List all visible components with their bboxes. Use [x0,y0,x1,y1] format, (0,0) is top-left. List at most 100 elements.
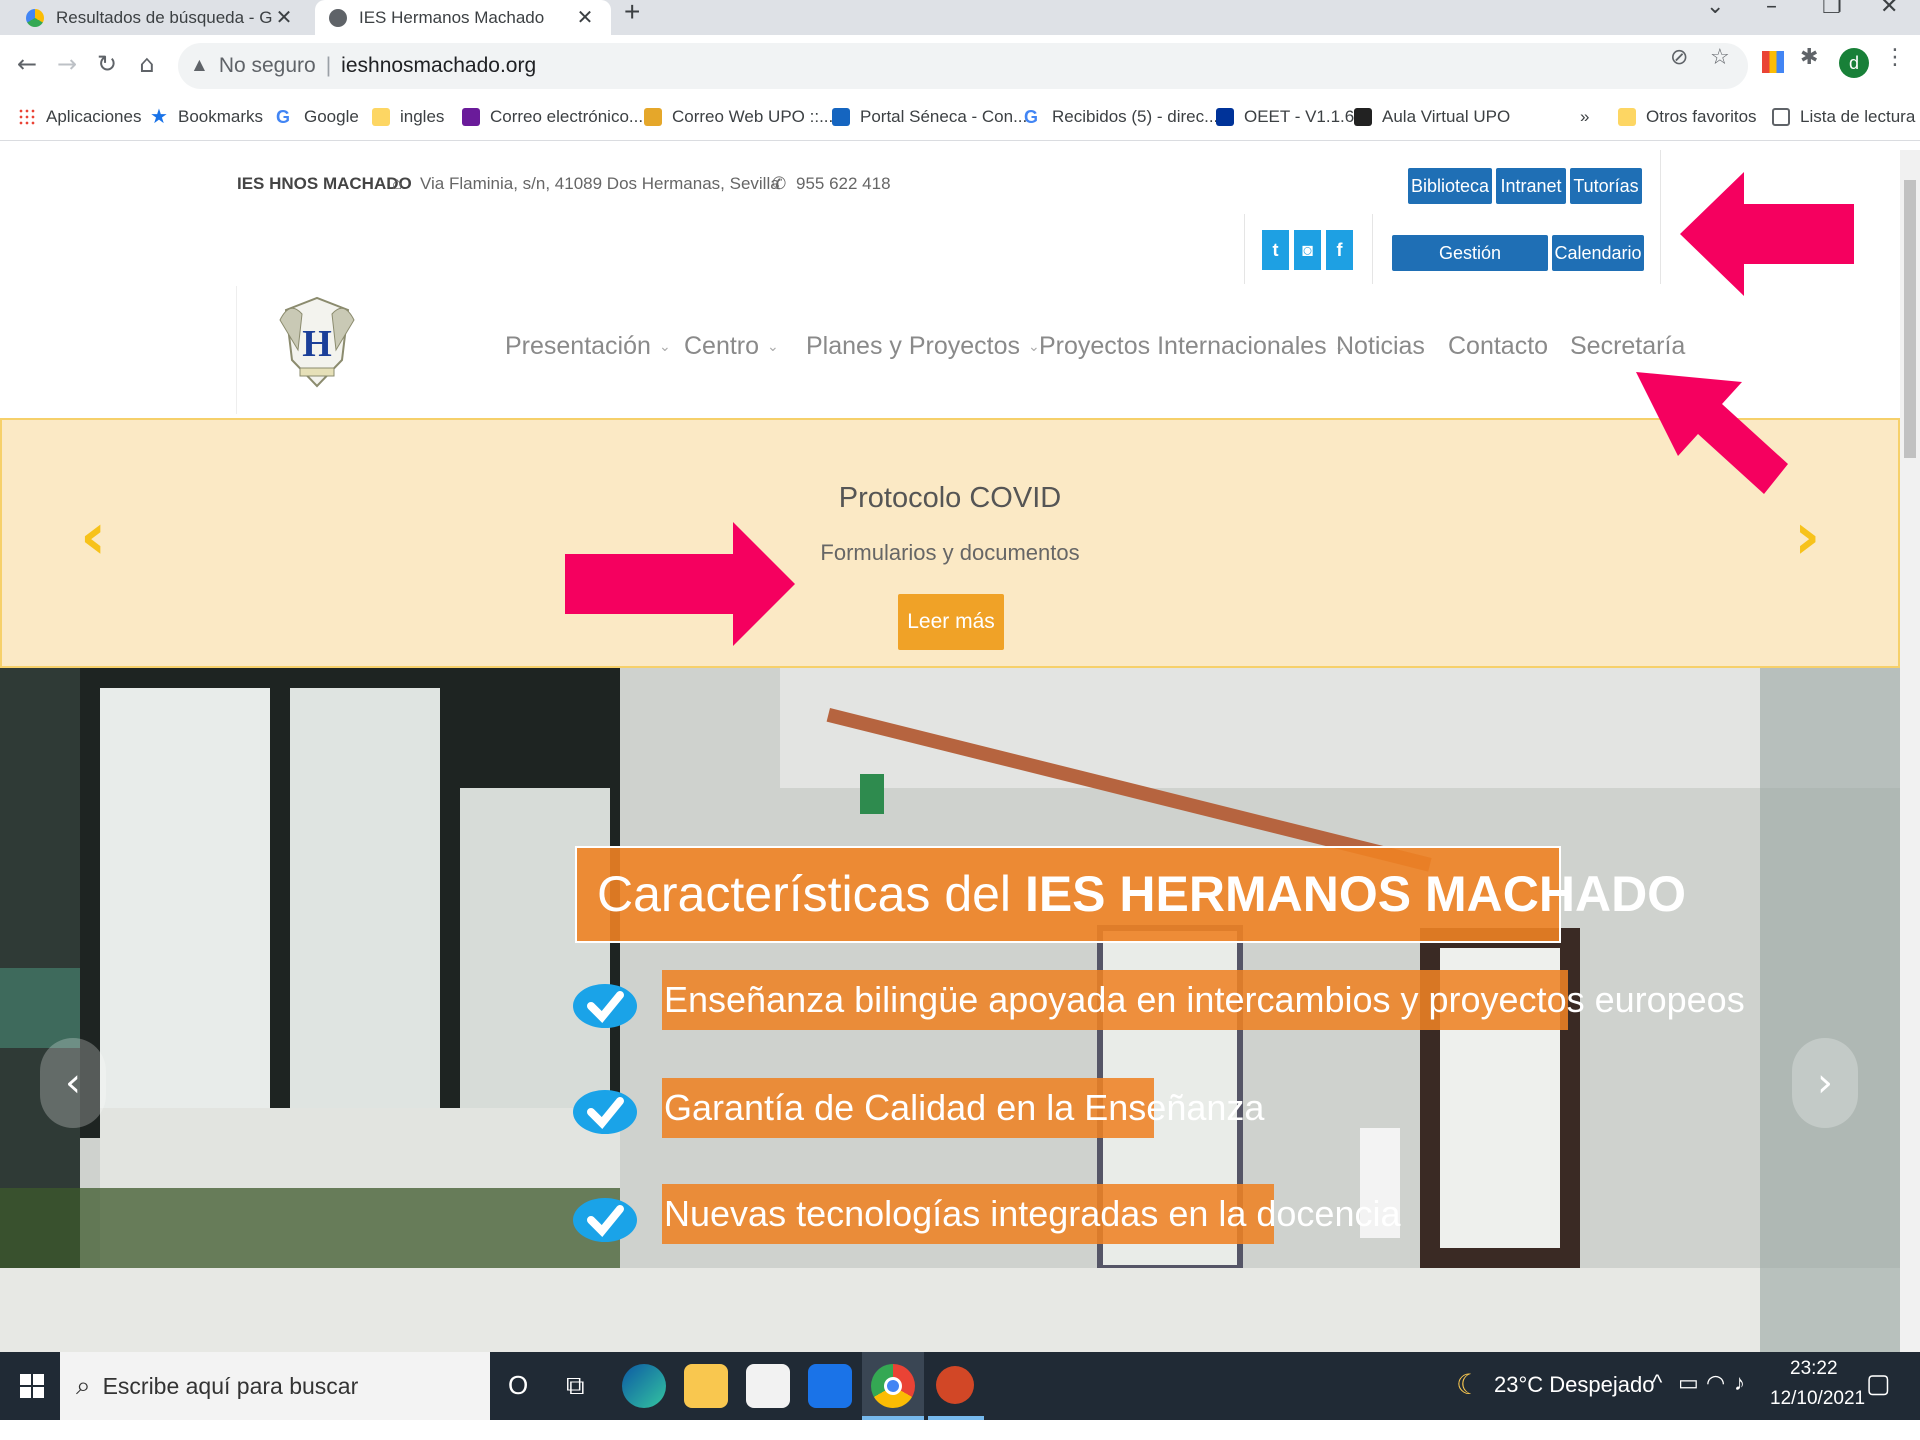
hero-prev-button[interactable]: ‹ [40,1038,106,1128]
hero-slider: Características del IES HERMANOS MACHADO… [0,668,1900,1352]
wifi-icon[interactable]: ◠ [1706,1370,1725,1396]
url-text[interactable]: ieshnosmachado.org [341,54,536,78]
bookmark-recibidos[interactable]: G Recibidos (5) - direc... [1024,107,1218,127]
bookmark-star-icon[interactable]: ☆ [1710,45,1730,70]
address-bar[interactable]: ▲ No seguro | ieshnosmachado.org [178,43,1748,89]
notifications-icon[interactable]: ▢ [1866,1368,1891,1399]
bookmark-bookmarks[interactable]: ★ Bookmarks [150,107,263,127]
reading-list-button[interactable]: Lista de lectura [1772,107,1915,127]
tab-google-results[interactable]: Resultados de búsqueda - Googl ✕ [10,0,310,35]
intranet-button[interactable]: Intranet [1496,168,1566,204]
extension-icon[interactable] [1762,51,1784,73]
chevron-down-icon: ⌄ [767,338,779,354]
taskbar-search[interactable]: ⌕ Escribe aquí para buscar [60,1352,490,1420]
maximize-button[interactable]: ❐ [1822,0,1842,19]
browser-toolbar: ← → ↻ ⌂ ▲ No seguro | ieshnosmachado.org… [0,35,1920,97]
battery-icon[interactable]: ▭ [1678,1370,1699,1396]
nav-proyectos-internacionales[interactable]: Proyectos Internacionales ⌄ [1039,332,1346,361]
hero-feature: Garantía de Calidad en la Enseñanza [662,1078,1264,1138]
profile-avatar[interactable]: d [1839,48,1869,78]
clock-date[interactable]: 12/10/2021 [1770,1388,1865,1410]
close-icon[interactable]: ✕ [272,5,296,30]
instagram-icon[interactable]: ◙ [1294,230,1321,270]
puzzle-extensions-icon[interactable]: ✱ [1800,45,1818,70]
bookmark-otros-favoritos[interactable]: Otros favoritos [1618,107,1757,127]
facebook-icon[interactable]: f [1326,230,1353,270]
nav-planes-y-proyectos[interactable]: Planes y Proyectos ⌄ [806,332,1040,361]
school-logo[interactable]: H [276,290,358,398]
forward-button[interactable]: → [50,47,84,81]
windows-start-icon[interactable] [20,1374,44,1398]
calendario-button[interactable]: Calendario [1552,235,1644,271]
google-drive-icon [26,8,44,27]
school-name: IES HNOS MACHADO [237,174,412,193]
nav-secretaria[interactable]: Secretaría [1570,332,1685,361]
bookmark-label: OEET - V1.1.6 [1244,107,1355,126]
powerpoint-taskbar-button[interactable] [928,1352,984,1420]
scroll-thumb[interactable] [1904,180,1916,458]
warning-icon[interactable]: ▲ [190,55,209,77]
bookmarks-overflow-button[interactable]: » [1580,107,1589,127]
reload-button[interactable]: ↻ [90,47,124,81]
window-close-button[interactable]: ✕ [1880,0,1898,19]
hero-feature: Nuevas tecnologías integradas en la doce… [662,1184,1401,1244]
gestion-documental-button[interactable]: Gestión documental [1392,235,1548,299]
home-button[interactable]: ⌂ [130,47,164,81]
bookmark-oeet[interactable]: OEET - V1.1.6 [1216,107,1354,127]
bookmark-aplicaciones[interactable]: Aplicaciones [18,107,141,127]
clock-time[interactable]: 23:22 [1790,1358,1838,1380]
bookmark-label: Recibidos (5) - direc... [1052,107,1219,126]
chevron-down-icon: ⌄ [658,338,671,354]
task-view-icon[interactable]: ⧉ [566,1370,585,1402]
file-explorer-icon[interactable] [684,1364,728,1408]
bookmark-label: Bookmarks [178,107,264,126]
nav-label: Centro [684,332,760,360]
tutorias-button[interactable]: Tutorías [1570,168,1642,204]
nav-contacto[interactable]: Contacto [1448,332,1548,361]
banner-next-button[interactable]: › [1794,500,1820,574]
chrome-icon [871,1364,915,1408]
page-scrollbar[interactable] [1900,150,1920,1352]
bookmark-correo-electronico[interactable]: Correo electrónico... [462,107,643,127]
chrome-taskbar-button[interactable] [862,1352,924,1420]
menu-kebab-icon[interactable]: ⋮ [1884,45,1906,70]
hero-feature: Enseñanza bilingüe apoyada en intercambi… [662,970,1745,1030]
bookmark-ingles[interactable]: ingles [372,107,444,127]
bookmark-correo-web-upo[interactable]: Correo Web UPO ::... [644,107,833,127]
close-icon[interactable]: ✕ [573,5,597,30]
bookmark-aula-virtual-upo[interactable]: Aula Virtual UPO [1354,107,1510,127]
biblioteca-button[interactable]: Biblioteca [1408,168,1492,204]
minimize-button[interactable]: – [1766,0,1777,19]
bookmark-portal-seneca[interactable]: Portal Séneca - Con... [832,107,1027,127]
nav-presentacion[interactable]: Presentación ⌄ [505,332,671,361]
tab-ies-hermanos-machado[interactable]: IES Hermanos Machado ✕ [315,0,611,35]
divider [1660,150,1661,284]
volume-icon[interactable]: ♪ [1734,1370,1745,1396]
nav-centro[interactable]: Centro ⌄ [684,332,779,361]
blackboard-icon [1354,108,1372,126]
chevron-down-icon: ⌄ [1028,338,1040,354]
new-tab-button[interactable]: + [624,0,640,28]
weather-text[interactable]: 23°C Despejado [1494,1372,1654,1398]
store-icon[interactable] [746,1364,790,1408]
mail-icon[interactable] [808,1364,852,1408]
twitter-icon[interactable]: t [1262,230,1289,270]
leer-mas-button[interactable]: Leer más [898,594,1004,650]
nav-noticias[interactable]: Noticias [1336,332,1425,361]
divider [1244,214,1245,284]
system-tray-chevron-icon[interactable]: ^ [1652,1370,1662,1396]
bookmark-label: Google [304,107,359,126]
checkmark-icon [573,984,637,1028]
back-button[interactable]: ← [10,47,44,81]
phone-icon: ✆ [772,174,787,193]
tab-search-icon[interactable]: ⌄ [1706,0,1724,19]
edge-icon[interactable] [622,1364,666,1408]
cortana-icon[interactable]: O [508,1370,528,1401]
tracking-blocked-icon[interactable]: ⊘ [1670,45,1688,70]
reading-list-icon [1772,108,1790,126]
bookmark-google[interactable]: G Google [276,107,359,127]
web-page: IES HNOS MACHADO ⌂ Via Flaminia, s/n, 41… [0,150,1900,1352]
hero-next-button[interactable]: › [1792,1038,1858,1128]
folder-icon [372,108,390,126]
taskbar-search-placeholder: Escribe aquí para buscar [102,1372,359,1399]
